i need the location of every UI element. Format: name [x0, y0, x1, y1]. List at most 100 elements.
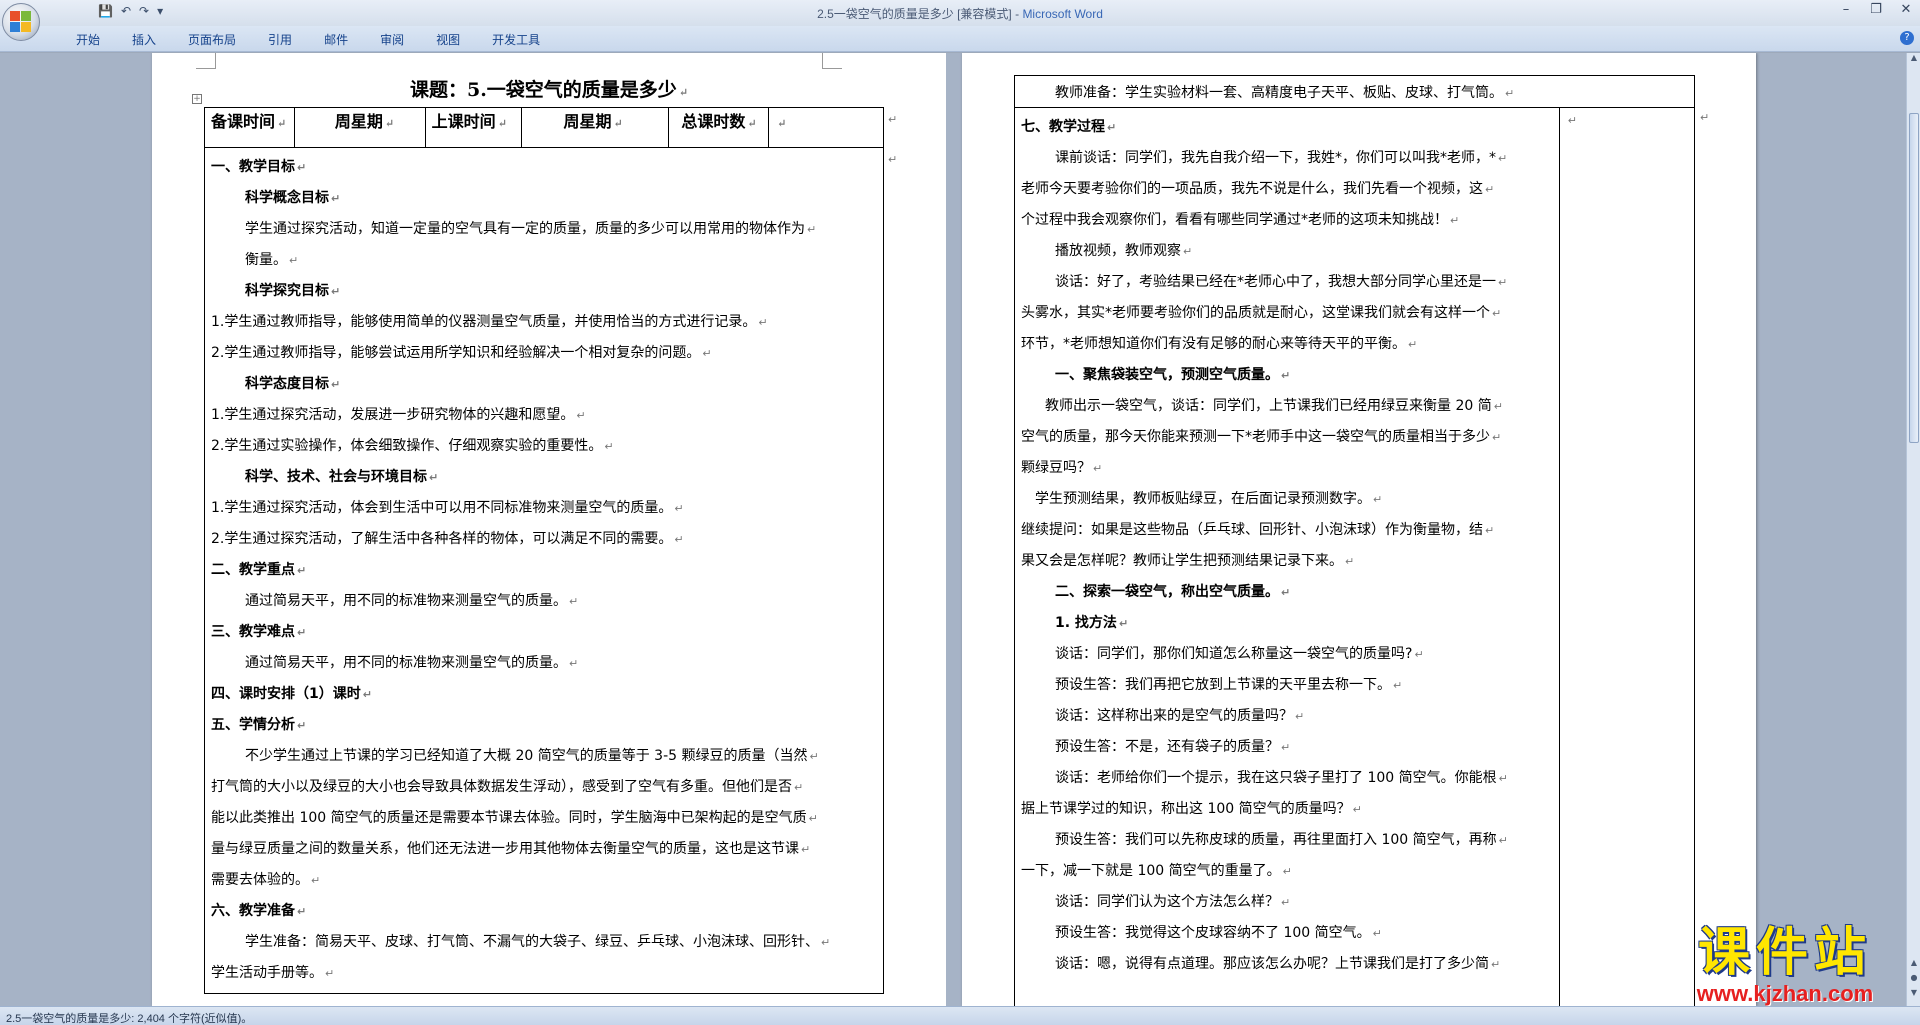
paragraph-mark: ↵: [1118, 617, 1129, 630]
content-line-text: 不少学生通过上节课的学习已经知道了大概 20 简空气的质量等于 3-5 颗绿豆的…: [245, 748, 808, 764]
tab-references[interactable]: 引用: [252, 31, 308, 48]
scrollbar-thumb[interactable]: [1909, 113, 1919, 443]
tab-home[interactable]: 开始: [60, 31, 116, 48]
tab-insert[interactable]: 插入: [116, 31, 172, 48]
content-line: 通过简易天平，用不同的标准物来测量空气的质量。 ↵: [211, 586, 877, 617]
content-line: 二、教学重点 ↵: [211, 555, 877, 586]
paragraph-mark: ↵: [569, 657, 579, 670]
header-cell: 备课时间 ↵: [204, 107, 295, 148]
row-end-mark: ↵: [888, 153, 898, 166]
content-line: 学生活动手册等。 ↵: [211, 958, 877, 989]
content-line: 五、学情分析 ↵: [211, 710, 877, 741]
help-icon[interactable]: ?: [1900, 31, 1914, 45]
content-line-text: 1.学生通过探究活动，体会到生活中可以用不同标准物来测量空气的质量。: [211, 500, 673, 516]
content-line-text: 预设生答：我觉得这个皮球容纳不了 100 简空气。: [1055, 925, 1371, 941]
paragraph-mark: ↵: [1485, 524, 1495, 537]
teacher-prep-text: 教师准备：学生实验材料一套、高精度电子天平、板贴、皮球、打气筒。: [1055, 84, 1503, 101]
content-line: 播放视频，教师观察 ↵: [1021, 236, 1553, 267]
paragraph-mark: ↵: [808, 812, 818, 825]
content-line-text: 2.学生通过实验操作，体会细致操作、仔细观察实验的重要性。: [211, 438, 603, 454]
paragraph-mark: ↵: [1492, 307, 1502, 320]
vertical-scrollbar[interactable]: ▲ ▲ ● ▼: [1906, 53, 1920, 1006]
paragraph-mark: ↵: [1093, 462, 1103, 475]
content-line-text: 教师出示一袋空气，谈话：同学们，上节课我们已经用绿豆来衡量 20 简: [1045, 398, 1492, 414]
content-line-text: 老师今天要考验你们的一项品质，我先不说是什么，我们先看一个视频，这: [1021, 181, 1483, 197]
content-line-text: 预设生答：不是，还有袋子的质量？: [1055, 739, 1279, 755]
page-left[interactable]: 课题：5.一袋空气的质量是多少 ↵ + 备课时间 ↵ 周星期 ↵ 上课时间 ↵ 周星期 ↵…: [152, 53, 946, 1006]
content-line-text: 四、课时安排（1）课时: [211, 686, 361, 702]
crop-mark: [822, 53, 842, 69]
paragraph-mark: ↵: [821, 936, 831, 949]
content-line: 谈话：好了，考验结果已经在*老师心中了，我想大部分同学心里还是一 ↵: [1021, 267, 1553, 298]
maximize-icon[interactable]: ❐: [1868, 2, 1884, 17]
paragraph-mark: ↵: [1485, 183, 1495, 196]
content-line: 1.学生通过探究活动，体会到生活中可以用不同标准物来测量空气的质量。 ↵: [211, 493, 877, 524]
content-line-text: 量与绿豆质量之间的数量关系，他们还无法进一步用其他物体去衡量空气的质量，这也是这…: [211, 841, 799, 857]
document-workspace[interactable]: 课题：5.一袋空气的质量是多少 ↵ + 备课时间 ↵ 周星期 ↵ 上课时间 ↵ 周星期 ↵…: [0, 53, 1906, 1006]
right-content-lines: 七、教学过程 ↵ 课前谈话：同学们，我先自我介绍一下，我姓*，你们可以叫我*老师，*…: [1021, 112, 1553, 980]
content-line: 空气的质量，那今天你能来预测一下*老师手中这一袋空气的质量相当于多少 ↵: [1021, 422, 1553, 453]
teacher-prep-cell[interactable]: 教师准备：学生实验材料一套、高精度电子天平、板贴、皮球、打气筒。 ↵: [1014, 75, 1695, 108]
content-line: 衡量。 ↵: [211, 245, 877, 276]
content-line: 一、教学目标 ↵: [211, 152, 877, 183]
content-line: 1.学生通过教师指导，能够使用简单的仪器测量空气质量，并使用恰当的方式进行记录。…: [211, 307, 877, 338]
content-line: 预设生答：不是，还有袋子的质量？ ↵: [1021, 732, 1553, 763]
content-line: 一下，减一下就是 100 简空气的重量了。 ↵: [1021, 856, 1553, 887]
content-line-text: 一、聚焦袋装空气，预测空气质量。: [1055, 367, 1279, 383]
paragraph-mark: ↵: [674, 533, 684, 546]
close-icon[interactable]: ✕: [1898, 2, 1914, 17]
tab-mailings[interactable]: 邮件: [308, 31, 364, 48]
paragraph-mark: ↵: [758, 316, 768, 329]
content-line: 不少学生通过上节课的学习已经知道了大概 20 简空气的质量等于 3-5 颗绿豆的…: [211, 741, 877, 772]
tab-view[interactable]: 视图: [420, 31, 476, 48]
paragraph-mark: ↵: [809, 750, 819, 763]
paragraph-mark: ↵: [297, 719, 307, 732]
content-line-text: 一、教学目标: [211, 159, 295, 175]
content-line: 科学态度目标 ↵: [211, 369, 877, 400]
tab-page-layout[interactable]: 页面布局: [172, 31, 252, 48]
content-line: 谈话：老师给你们一个提示，我在这只袋子里打了 100 简空气。你能根 ↵: [1021, 763, 1553, 794]
page-right[interactable]: 教师准备：学生实验材料一套、高精度电子天平、板贴、皮球、打气筒。 ↵ 七、教学过程…: [962, 53, 1756, 1006]
tab-developer[interactable]: 开发工具: [476, 31, 556, 48]
watermark-main-text: 课件站: [1697, 923, 1872, 983]
browse-object-icon[interactable]: ●: [1907, 973, 1920, 987]
content-line: 预设生答：我们可以先称皮球的质量，再往里面打入 100 简空气，再称 ↵: [1021, 825, 1553, 856]
table-move-handle-icon[interactable]: +: [192, 94, 202, 104]
scroll-up-icon[interactable]: ▲: [1907, 53, 1920, 67]
paragraph-mark: ↵: [801, 843, 811, 856]
paragraph-mark: ↵: [1372, 927, 1382, 940]
lesson-title: 课题：5.一袋空气的质量是多少 ↵: [152, 75, 946, 102]
lesson-content-cell[interactable]: 一、教学目标 ↵ 科学概念目标 ↵ 学生通过探究活动，知道一定量的空气具有一定的质量，质…: [204, 147, 884, 994]
content-line-text: 学生通过探究活动，知道一定量的空气具有一定的质量，质量的多少可以用常用的物体作为: [245, 221, 805, 237]
tab-review[interactable]: 审阅: [364, 31, 420, 48]
content-line-text: 谈话：好了，考验结果已经在*老师心中了，我想大部分同学心里还是一: [1055, 274, 1496, 290]
previous-page-icon[interactable]: ▲: [1907, 958, 1920, 972]
content-line-text: 课前谈话：同学们，我先自我介绍一下，我姓*，你们可以叫我*老师，*: [1055, 150, 1496, 166]
content-line: 颗绿豆吗？ ↵: [1021, 453, 1553, 484]
content-line: 谈话：这样称出来的是空气的质量吗？ ↵: [1021, 701, 1553, 732]
process-table: 教师准备：学生实验材料一套、高精度电子天平、板贴、皮球、打气筒。 ↵ 七、教学过程…: [1014, 75, 1696, 1006]
paragraph-mark: ↵: [1498, 152, 1508, 165]
process-side-cell[interactable]: ↵: [1558, 107, 1696, 1006]
content-line-text: 谈话：老师给你们一个提示，我在这只袋子里打了 100 简空气。你能根: [1055, 770, 1497, 786]
minimize-icon[interactable]: –: [1838, 2, 1854, 17]
process-content-cell[interactable]: 七、教学过程 ↵ 课前谈话：同学们，我先自我介绍一下，我姓*，你们可以叫我*老师，*…: [1014, 107, 1560, 1006]
paragraph-mark: ↵: [1281, 369, 1291, 382]
lesson-title-text: 课题：5.一袋空气的质量是多少: [409, 79, 677, 101]
content-line: 科学探究目标 ↵: [211, 276, 877, 307]
paragraph-mark: ↵: [297, 626, 307, 639]
content-line-text: 科学探究目标: [245, 283, 329, 299]
office-button[interactable]: [2, 3, 40, 41]
status-word-count[interactable]: 2.5一袋空气的质量是多少: 2,404 个字符(近似值)。: [6, 1013, 252, 1025]
content-line: 四、课时安排（1）课时 ↵: [211, 679, 877, 710]
next-page-icon[interactable]: ▼: [1907, 988, 1920, 1002]
content-line: 打气筒的大小以及绿豆的大小也会导致具体数据发生浮动），感受到了空气有多重。但他们…: [211, 772, 877, 803]
page-gap: [946, 53, 962, 1006]
content-line: 二、探索一袋空气，称出空气质量。 ↵: [1021, 577, 1553, 608]
crop-mark: [196, 53, 216, 69]
paragraph-mark: ↵: [297, 905, 307, 918]
paragraph-mark: ↵: [325, 967, 335, 980]
content-line: 科学概念目标 ↵: [211, 183, 877, 214]
paragraph-mark: ↵: [1393, 679, 1403, 692]
watermark-url: www.kjzhan.com: [1696, 981, 1874, 1006]
